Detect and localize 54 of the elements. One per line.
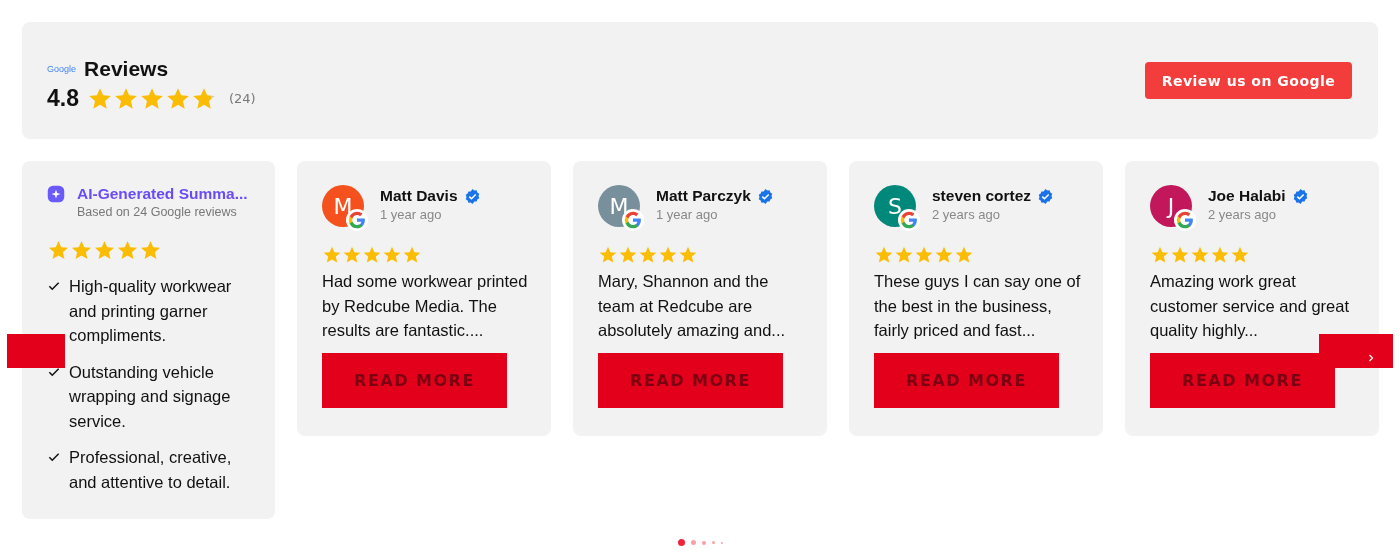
star-icon (1230, 245, 1250, 265)
pagination-dot[interactable] (701, 540, 706, 545)
review-text: These guys I can say one of the best in the business, fairly priced and fast... (874, 271, 1082, 341)
review-text: Had some workwear printed by Redcube Media. The results are fantastic.... (322, 271, 529, 341)
summary-point: Professional, creative, and attentive to detail. (69, 447, 233, 493)
next-button[interactable] (1319, 334, 1393, 368)
star-icon (658, 245, 678, 265)
summary-point: High-quality workwear and printing garner compliments. (69, 276, 233, 346)
reviewer-name: Joe Halabi (1208, 187, 1286, 205)
star-icon (382, 245, 402, 265)
google-icon (1174, 209, 1196, 231)
previous-button[interactable] (7, 334, 65, 368)
star-icon (322, 245, 342, 265)
reviewer-name: steven cortez (932, 187, 1032, 205)
star-icon (598, 245, 618, 265)
star-icon (402, 245, 422, 265)
star-icon (618, 245, 638, 265)
review-text: Mary, Shannon and the team at Redcube are absolutely amazing and... (598, 271, 787, 341)
star-icon (678, 245, 698, 265)
star-icon (342, 245, 362, 265)
summary-title: AI-Generated Summa... (77, 185, 248, 203)
star-icon (954, 245, 974, 265)
read-more-button[interactable]: READ MORE (1150, 353, 1335, 408)
summary-subtitle: Based on 24 Google reviews (77, 205, 238, 219)
review-button[interactable]: Review us on Google (1145, 62, 1352, 99)
reviewer-name: Matt Davis (380, 187, 458, 205)
star-icon (1170, 245, 1190, 265)
review-time: 1 year ago (380, 207, 443, 222)
pagination-dot[interactable] (711, 541, 715, 544)
review-time: 2 years ago (932, 207, 1001, 222)
review-time: 2 years ago (1208, 207, 1277, 222)
review-text: Amazing work great customer service and great quality highly... (1150, 271, 1350, 341)
read-more-button[interactable]: READ MORE (874, 353, 1059, 408)
star-icon (874, 245, 894, 265)
star-icon (1150, 245, 1170, 265)
star-icon (934, 245, 954, 265)
pagination-dot[interactable] (677, 539, 685, 546)
sparkle-icon (47, 185, 65, 203)
star-icon (638, 245, 658, 265)
star-icon (1190, 245, 1210, 265)
review-count: (24) (229, 91, 256, 106)
read-more-button[interactable]: READ MORE (598, 353, 783, 408)
rating-value: 4.8 (47, 85, 79, 112)
summary-point: Outstanding vehicle wrapping and signage service. (69, 361, 232, 432)
google-logo: Google (47, 64, 77, 74)
review-time: 1 year ago (656, 207, 719, 222)
reviews-title: Reviews (84, 57, 169, 81)
star-icon (894, 245, 914, 265)
reviewer-name: Matt Parczyk (656, 187, 751, 205)
star-icon (362, 245, 382, 265)
star-icon (914, 245, 934, 265)
pagination-dot[interactable] (690, 540, 696, 545)
star-icon (1210, 245, 1230, 265)
read-more-button[interactable]: READ MORE (322, 353, 507, 408)
